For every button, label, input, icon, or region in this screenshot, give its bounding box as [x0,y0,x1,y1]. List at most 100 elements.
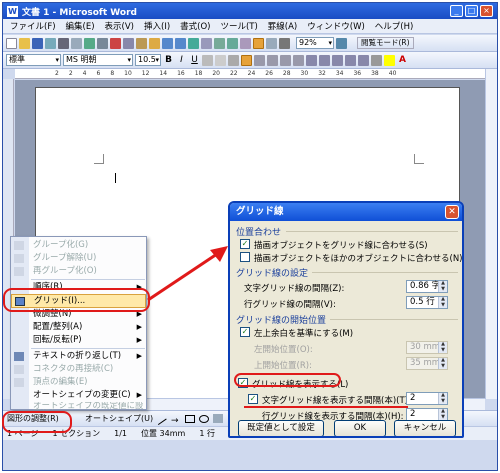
h-origin-spinner[interactable]: 30 mm ▲ ▼ [406,341,448,354]
font-color-icon[interactable]: A [397,55,408,66]
char-border-icon[interactable] [202,54,213,66]
use-margin-checkbox[interactable]: ✓ [240,327,250,337]
show-hide-icon[interactable] [279,37,290,49]
char-shading-icon[interactable] [215,54,226,66]
menu-item-regroup[interactable]: 再グループ化(O) [11,265,146,278]
menu-item-set-default[interactable]: オートシェイプの既定値に設定(D) [11,402,146,410]
line-icon[interactable] [153,411,167,426]
menu-file[interactable]: ファイル(F) [5,20,61,32]
bullets-icon[interactable] [332,54,343,66]
open-icon[interactable] [19,37,30,49]
spin-arrows-icon[interactable]: ▲ ▼ [438,392,447,404]
italic-icon[interactable]: I [176,55,187,66]
menu-item-reroute[interactable]: コネクタの再接続(C) [11,363,146,376]
rectangle-icon[interactable] [185,415,195,423]
copy-icon[interactable] [123,37,134,49]
snap-objects-checkbox[interactable] [240,252,250,262]
ruler-tick: 8 [110,70,115,77]
doc-map-icon[interactable] [266,37,277,49]
paste-icon[interactable] [136,37,147,49]
spin-arrows-icon[interactable]: ▲ ▼ [438,341,447,353]
char-scale-icon[interactable] [228,54,239,66]
research-icon[interactable] [97,37,108,49]
status-position: 位置 34mm [141,429,186,438]
menu-item-group[interactable]: グループ化(G) [11,239,146,252]
menu-view[interactable]: 表示(V) [100,20,139,32]
style-combo[interactable]: 標準 [6,54,61,66]
underline-icon[interactable]: U [189,55,200,66]
close-button[interactable]: × [480,5,493,17]
minimize-button[interactable]: _ [450,5,463,17]
increase-indent-icon[interactable] [358,54,369,66]
section-line [286,231,458,232]
spin-arrows-icon[interactable]: ▲ ▼ [438,357,447,369]
reading-mode-button[interactable]: 閲覧モード(R) [357,37,414,49]
columns-icon[interactable] [240,37,251,49]
menu-item-ungroup[interactable]: グループ解除(U) [11,252,146,265]
snap-grid-checkbox[interactable]: ✓ [240,239,250,249]
help-icon[interactable] [336,37,347,49]
line-spacing-icon[interactable] [306,54,317,66]
menu-insert[interactable]: 挿入(I) [139,20,175,32]
spin-arrows-icon[interactable]: ▲ ▼ [438,408,447,420]
permission-icon[interactable] [45,37,56,49]
set-default-button[interactable]: 既定値として設定(E)... [238,420,324,436]
menu-edit[interactable]: 編集(E) [61,20,100,32]
decrease-indent-icon[interactable] [345,54,356,66]
drawing-icon[interactable] [253,37,264,49]
insert-excel-icon[interactable] [227,37,238,49]
hyperlink-icon[interactable] [188,37,199,49]
distribute-icon[interactable] [293,54,304,66]
new-icon[interactable] [6,37,17,49]
justify-icon[interactable] [280,54,291,66]
dialog-close-icon[interactable]: ✕ [445,205,459,219]
vertical-scrollbar[interactable] [485,69,497,399]
format-painter-icon[interactable] [149,37,160,49]
spin-arrows-icon[interactable]: ▲ ▼ [438,296,447,308]
save-icon[interactable] [32,37,43,49]
align-center-icon[interactable] [254,54,265,66]
menu-tools[interactable]: ツール(T) [215,20,262,32]
highlight-icon[interactable] [384,54,395,66]
show-h-grid-checkbox[interactable]: ✓ [248,394,258,404]
v-origin-spinner[interactable]: 35 mm ▲ ▼ [406,357,448,370]
cut-icon[interactable] [110,37,121,49]
spin-arrows-icon[interactable]: ▲ ▼ [438,280,447,292]
border-icon[interactable] [371,54,382,66]
insert-table-icon[interactable] [214,37,225,49]
autoshape-menu-button[interactable]: オートシェイプ(U) [85,413,153,424]
h-spacing-spinner[interactable]: 0.86 字 ▲ ▼ [406,280,448,293]
align-left-icon[interactable] [241,54,252,66]
menu-window[interactable]: ウィンドウ(W) [302,20,370,32]
arrow-icon[interactable]: → [171,416,179,426]
undo-icon[interactable] [162,37,173,49]
redo-icon[interactable] [175,37,186,49]
menu-table[interactable]: 罫線(A) [263,20,302,32]
print-icon[interactable] [58,37,69,49]
horizontal-ruler[interactable]: 2 2 4 6 8 10 12 14 16 18 20 22 24 26 28 … [15,69,485,79]
ok-button[interactable]: OK [334,420,386,436]
menu-item-change-shape[interactable]: オートシェイプの変更(C) ▶ [11,389,146,402]
section-line [330,319,458,320]
size-combo[interactable]: 10.5 [135,54,161,66]
zoom-combo[interactable]: 92% [296,37,334,49]
menu-item-align[interactable]: 配置/整列(A) ▶ [11,321,146,334]
align-right-icon[interactable] [267,54,278,66]
oval-icon[interactable] [199,415,209,423]
h-every-spinner[interactable]: 2 ▲ ▼ [406,392,448,405]
menu-item-edit-points[interactable]: 頂点の編集(E) [11,376,146,389]
font-combo[interactable]: MS 明朝 [63,54,133,66]
v-spacing-spinner[interactable]: 0.5 行 ▲ ▼ [406,296,448,309]
preview-icon[interactable] [71,37,82,49]
bold-icon[interactable]: B [163,55,174,66]
menu-help[interactable]: ヘルプ(H) [370,20,419,32]
cancel-button[interactable]: キャンセル [394,420,456,436]
spelling-icon[interactable] [84,37,95,49]
maximize-button[interactable]: □ [465,5,478,17]
textbox-icon[interactable] [213,414,223,423]
numbering-icon[interactable] [319,54,330,66]
menu-item-wrap[interactable]: テキストの折り返し(T) ▶ [11,350,146,363]
tables-borders-icon[interactable] [201,37,212,49]
menu-item-rotate[interactable]: 回転/反転(P) ▶ [11,334,146,347]
menu-format[interactable]: 書式(O) [175,20,215,32]
